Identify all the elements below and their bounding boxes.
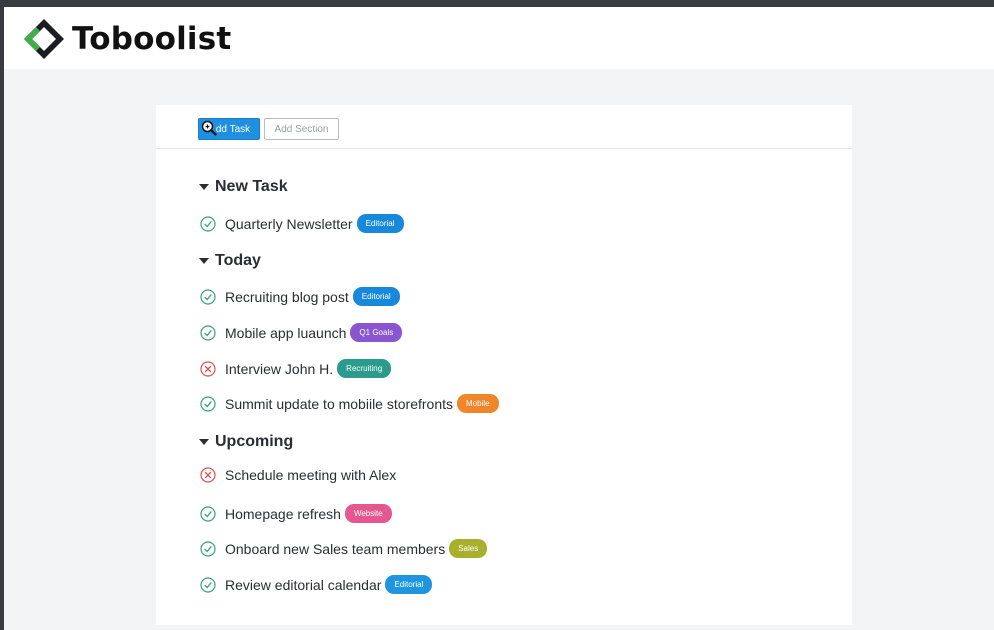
check-circle-icon[interactable] — [200, 540, 216, 557]
add-section-button[interactable]: Add Section — [264, 118, 339, 140]
check-circle-icon[interactable] — [200, 324, 216, 341]
app-logo[interactable]: Toboolist — [22, 17, 231, 61]
caret-down-icon[interactable] — [199, 258, 209, 264]
task-tag[interactable]: Mobile — [457, 394, 499, 413]
section-header[interactable]: Today — [199, 252, 261, 270]
caret-down-icon[interactable] — [199, 184, 209, 190]
section-title: Today — [215, 252, 261, 269]
task-tag[interactable]: Editorial — [385, 575, 433, 594]
section-header[interactable]: Upcoming — [199, 433, 293, 451]
task-label: Homepage refresh — [225, 505, 341, 522]
task-row[interactable]: Homepage refresh Website — [200, 504, 392, 523]
check-circle-icon[interactable] — [200, 215, 216, 232]
toolbar: dd Task Add Section — [156, 105, 852, 149]
app-name: Toboolist — [72, 21, 232, 57]
task-label: Review editorial calendar — [225, 576, 382, 593]
x-circle-icon[interactable] — [200, 467, 216, 483]
app-window: Toboolist dd Task Add Section New Task Qu… — [4, 7, 994, 630]
task-list-panel: dd Task Add Section New Task Quarterly Ne… — [156, 105, 852, 625]
x-circle-icon[interactable] — [200, 360, 216, 377]
section-title: Upcoming — [215, 433, 294, 450]
task-row[interactable]: Quarterly Newsletter Editorial — [200, 214, 404, 233]
task-row[interactable]: Summit update to mobiile storefronts Mobi… — [200, 394, 499, 413]
task-label: Interview John H. — [225, 360, 334, 377]
task-label: Onboard new Sales team members — [225, 540, 446, 557]
task-label: Quarterly Newsletter — [225, 215, 353, 232]
section-header[interactable]: New Task — [199, 178, 288, 196]
caret-down-icon[interactable] — [199, 439, 209, 445]
task-label: Mobile app luaunch — [225, 324, 347, 341]
task-tag[interactable]: Recruiting — [337, 359, 392, 378]
task-row[interactable]: Interview John H. Recruiting — [200, 359, 392, 378]
check-circle-icon[interactable] — [200, 505, 216, 522]
task-label: Summit update to mobiile storefronts — [225, 395, 453, 412]
top-bar: Toboolist — [4, 7, 994, 69]
check-circle-icon[interactable] — [200, 395, 216, 412]
task-row[interactable]: Mobile app luaunch Q1 Goals — [200, 323, 403, 342]
zoom-cursor-icon — [201, 120, 217, 136]
check-circle-icon[interactable] — [200, 288, 216, 305]
task-tag[interactable]: Website — [344, 504, 392, 523]
task-tag[interactable]: Q1 Goals — [350, 323, 403, 342]
section-title: New Task — [215, 178, 288, 195]
task-label: Recruiting blog post — [225, 288, 349, 305]
task-tag[interactable]: Editorial — [356, 214, 404, 233]
task-label: Schedule meeting with Alex — [225, 467, 397, 483]
task-row[interactable]: Onboard new Sales team members Sales — [200, 539, 488, 558]
task-row[interactable]: Review editorial calendar Editorial — [200, 575, 433, 594]
logo-icon — [24, 19, 64, 59]
task-row[interactable]: Recruiting blog post Editorial — [200, 287, 400, 306]
check-circle-icon[interactable] — [200, 576, 216, 593]
task-tag[interactable]: Sales — [449, 539, 488, 558]
task-tag[interactable]: Editorial — [352, 287, 400, 306]
task-row[interactable]: Schedule meeting with Alex — [200, 467, 396, 483]
